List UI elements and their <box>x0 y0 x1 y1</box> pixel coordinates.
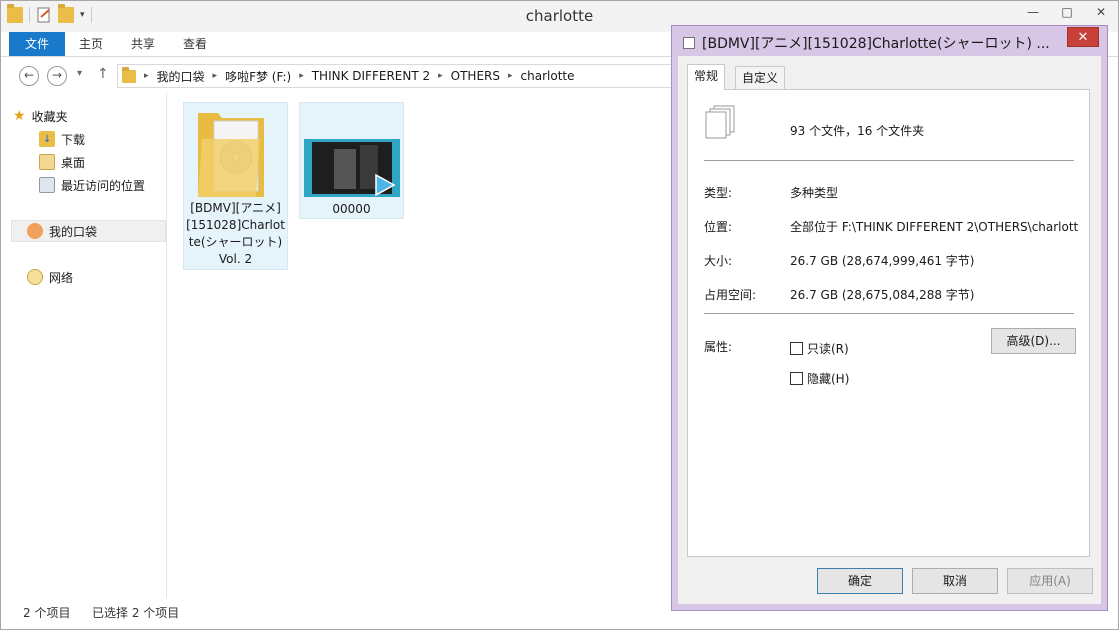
tab-home[interactable]: 主页 <box>65 32 117 56</box>
nav-downloads[interactable]: ↓ 下载 <box>39 129 85 149</box>
tab-share[interactable]: 共享 <box>117 32 169 56</box>
file-name-line-2: [151028]Charlot <box>186 218 285 232</box>
file-name-line-1: [BDMV][アニメ] <box>190 201 281 215</box>
divider <box>704 313 1074 314</box>
cancel-button[interactable]: 取消 <box>912 568 998 594</box>
address-bar[interactable]: ▸ 我的口袋 ▸ 哆啦F梦 (F:) ▸ THINK DIFFERENT 2 ▸… <box>117 64 677 88</box>
nav-recent-label: 最近访问的位置 <box>61 178 146 193</box>
nav-network-label: 网络 <box>49 270 74 285</box>
forward-arrow-icon: → <box>51 68 63 82</box>
apply-button[interactable]: 应用(A) <box>1007 568 1093 594</box>
tab-general[interactable]: 常规 <box>687 64 726 90</box>
nav-favorites[interactable]: ★ 收藏夹 <box>13 106 68 126</box>
back-arrow-icon: ← <box>23 68 35 82</box>
breadcrumb-drive[interactable]: 哆啦F梦 (F:) <box>225 68 291 85</box>
breadcrumb-think-different[interactable]: THINK DIFFERENT 2 <box>312 69 430 83</box>
recent-places-icon <box>39 177 55 193</box>
nav-pocket[interactable]: 我的口袋 <box>27 221 97 241</box>
nav-downloads-label: 下载 <box>61 132 86 147</box>
file-count-summary: 93 个文件，16 个文件夹 <box>790 124 925 138</box>
advanced-button[interactable]: 高级(D)... <box>991 328 1076 354</box>
divider <box>704 160 1074 161</box>
chevron-right-icon[interactable]: ▸ <box>508 71 513 81</box>
size-on-disk-label: 占用空间: <box>704 288 757 302</box>
navigation-pane: ★ 收藏夹 ↓ 下载 桌面 最近访问的位置 我的口袋 网络 <box>1 93 167 598</box>
file-tile-bdmv-folder[interactable]: [BDMV][アニメ] [151028]Charlot te(シャーロット) V… <box>183 102 288 270</box>
nav-favorites-label: 收藏夹 <box>31 109 68 124</box>
selected-count: 已选择 2 个项目 <box>92 606 180 620</box>
chevron-right-icon[interactable]: ▸ <box>438 71 443 81</box>
readonly-checkbox[interactable]: 只读(R) <box>790 340 849 357</box>
chevron-right-icon[interactable]: ▸ <box>144 71 149 81</box>
close-button[interactable]: ✕ <box>1084 1 1118 23</box>
forward-button[interactable]: → <box>47 66 67 86</box>
chevron-right-icon[interactable]: ▸ <box>213 71 218 81</box>
folder-icon <box>122 66 136 83</box>
chevron-right-icon[interactable]: ▸ <box>299 71 304 81</box>
maximize-button[interactable]: □ <box>1050 1 1084 23</box>
size-on-disk-value: 26.7 GB (28,675,084,288 字节) <box>790 288 975 302</box>
hidden-checkbox[interactable]: 隐藏(H) <box>790 370 849 387</box>
file-name: 00000 <box>332 202 371 216</box>
nav-desktop-label: 桌面 <box>61 155 86 170</box>
item-count: 2 个项目 <box>23 606 71 620</box>
breadcrumb-others[interactable]: OTHERS <box>451 69 500 83</box>
general-panel: 93 个文件，16 个文件夹 类型: 多种类型 位置: 全部位于 F:\THIN… <box>687 89 1090 557</box>
size-label: 大小: <box>704 254 733 268</box>
type-label: 类型: <box>704 186 733 200</box>
network-icon <box>27 269 43 285</box>
back-button[interactable]: ← <box>19 66 39 86</box>
pocket-avatar-icon <box>27 223 43 239</box>
properties-dialog: [BDMV][アニメ][151028]Charlotte(シャーロット) ...… <box>671 25 1108 611</box>
file-name-line-3: te(シャーロット) <box>188 235 283 249</box>
checkbox-box[interactable] <box>790 372 803 385</box>
minimize-button[interactable]: — <box>1016 1 1050 23</box>
file-tile-video[interactable]: 00000 <box>299 102 404 219</box>
dialog-close-button[interactable]: ✕ <box>1067 27 1099 47</box>
location-value: 全部位于 F:\THINK DIFFERENT 2\OTHERS\charlot… <box>790 220 1079 234</box>
files-icon <box>683 37 695 49</box>
window-title: charlotte <box>525 7 594 25</box>
breadcrumb-charlotte[interactable]: charlotte <box>521 69 575 83</box>
file-list: [BDMV][アニメ] [151028]Charlot te(シャーロット) V… <box>167 93 672 598</box>
desktop-icon <box>39 154 55 170</box>
multiple-files-icon <box>705 105 735 139</box>
ok-button[interactable]: 确定 <box>817 568 903 594</box>
tab-view[interactable]: 查看 <box>169 32 221 56</box>
nav-pocket-label: 我的口袋 <box>49 224 98 239</box>
dialog-body: 常规 自定义 93 个文件，16 个文件夹 类型: 多种类型 位置: 全部位于 … <box>678 56 1101 604</box>
nav-network[interactable]: 网络 <box>27 267 73 287</box>
file-name-line-4: Vol. 2 <box>218 252 253 266</box>
attributes-label: 属性: <box>704 340 733 354</box>
nav-recent[interactable]: 最近访问的位置 <box>39 175 145 195</box>
download-folder-icon: ↓ <box>39 131 55 147</box>
location-label: 位置: <box>704 220 733 234</box>
window-controls: — □ ✕ <box>1016 1 1118 23</box>
video-thumbnail-icon <box>304 139 400 197</box>
recent-locations-chevron-icon[interactable]: ▾ <box>77 68 82 79</box>
size-value: 26.7 GB (28,674,999,461 字节) <box>790 254 975 268</box>
star-icon: ★ <box>13 108 26 124</box>
up-arrow-icon[interactable]: ↑ <box>97 66 109 82</box>
hidden-label: 隐藏(H) <box>807 372 850 386</box>
readonly-label: 只读(R) <box>807 342 849 356</box>
type-value: 多种类型 <box>790 186 839 200</box>
nav-desktop[interactable]: 桌面 <box>39 152 85 172</box>
tab-file[interactable]: 文件 <box>9 32 65 56</box>
checkbox-box[interactable] <box>790 342 803 355</box>
disc-folder-icon <box>198 113 264 197</box>
tab-customize[interactable]: 自定义 <box>735 66 786 90</box>
dialog-title: [BDMV][アニメ][151028]Charlotte(シャーロット) ... <box>702 36 1050 52</box>
breadcrumb-pocket[interactable]: 我的口袋 <box>157 68 205 85</box>
